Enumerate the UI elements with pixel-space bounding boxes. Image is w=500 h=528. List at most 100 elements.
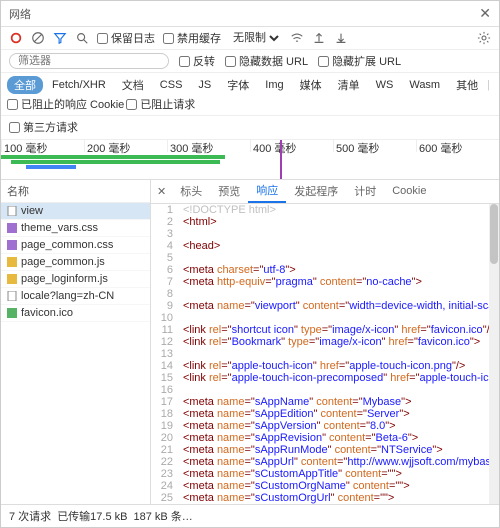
disable-cache-checkbox[interactable]: 禁用缓存 — [163, 30, 221, 46]
line-number: 21 — [151, 444, 179, 456]
line-number: 1 — [151, 204, 179, 216]
request-row[interactable]: page_common.js — [1, 254, 150, 271]
hide-ext-urls-checkbox[interactable]: 隐藏扩展 URL — [318, 53, 401, 69]
type-filter-清单[interactable]: 清单 — [331, 76, 367, 94]
timeline-cursor[interactable] — [280, 140, 282, 179]
request-row[interactable]: page_common.css — [1, 237, 150, 254]
code-line: 20<meta name="sAppRevision" content="Bet… — [151, 432, 499, 444]
response-source[interactable]: 1<!DOCTYPE html>2<html>3 4<head>5 6<meta… — [151, 204, 499, 505]
gear-icon[interactable] — [477, 31, 491, 45]
line-source: <link rel="Bookmark" type="image/x-icon"… — [179, 336, 480, 348]
type-filter-字体[interactable]: 字体 — [220, 76, 256, 94]
scrollbar-thumb[interactable] — [490, 204, 498, 264]
request-row[interactable]: locale?lang=zh-CN — [1, 288, 150, 305]
line-source — [179, 252, 186, 264]
close-icon[interactable]: ✕ — [479, 5, 491, 22]
line-source: <meta name="sCustomAppTitle" content=""> — [179, 468, 402, 480]
tab-1[interactable]: 预览 — [210, 180, 248, 203]
request-list-panel: 名称 viewtheme_vars.csspage_common.csspage… — [1, 180, 151, 505]
blocked-requests-checkbox[interactable]: 已阻止请求 — [126, 96, 195, 112]
line-number: 3 — [151, 228, 179, 240]
line-number: 17 — [151, 396, 179, 408]
vertical-scrollbar[interactable] — [489, 204, 499, 505]
type-filter-js[interactable]: JS — [191, 78, 218, 92]
type-filter-媒体[interactable]: 媒体 — [293, 76, 329, 94]
timeline-tick: 200 毫秒 — [84, 140, 167, 152]
close-detail-icon[interactable]: ✕ — [151, 185, 172, 198]
line-number: 19 — [151, 420, 179, 432]
line-source: <html> — [179, 216, 217, 228]
tab-5[interactable]: Cookie — [384, 180, 434, 203]
type-filter-全部[interactable]: 全部 — [7, 76, 43, 94]
type-filter-img[interactable]: Img — [258, 78, 290, 92]
line-number: 16 — [151, 384, 179, 396]
line-source: <meta name="sCustomOrgUrl" content=""> — [179, 492, 394, 504]
request-row[interactable]: theme_vars.css — [1, 220, 150, 237]
code-line: 19<meta name="sAppVersion" content="8.0"… — [151, 420, 499, 432]
line-number: 9 — [151, 300, 179, 312]
preserve-log-checkbox[interactable]: 保留日志 — [97, 30, 155, 46]
line-number: 22 — [151, 456, 179, 468]
disable-cache-label: 禁用缓存 — [177, 30, 221, 46]
code-line: 5 — [151, 252, 499, 264]
status-resources: 187 kB 条… — [134, 508, 193, 524]
upload-icon[interactable] — [312, 31, 326, 45]
request-row[interactable]: page_loginform.js — [1, 271, 150, 288]
timeline-tick: 300 毫秒 — [167, 140, 250, 152]
line-source: <meta name="sAppUrl" content="http://www… — [179, 456, 499, 468]
code-line: 25<meta name="sCustomOrgUrl" content=""> — [151, 492, 499, 504]
status-bar: 7 次请求 已传输17.5 kB 187 kB 条… — [1, 504, 499, 527]
line-number: 7 — [151, 276, 179, 288]
record-icon[interactable] — [9, 31, 23, 45]
tab-4[interactable]: 计时 — [346, 180, 384, 203]
type-filter-css[interactable]: CSS — [153, 78, 190, 92]
line-source: <meta name="sAppEdition" content="Server… — [179, 408, 410, 420]
throttling-select[interactable]: 无限制 — [229, 31, 282, 45]
wifi-icon[interactable] — [290, 31, 304, 45]
type-filter-wasm[interactable]: Wasm — [402, 78, 447, 92]
code-line: 23<meta name="sCustomAppTitle" content="… — [151, 468, 499, 480]
invert-checkbox[interactable]: 反转 — [179, 53, 215, 69]
tab-2[interactable]: 响应 — [248, 180, 286, 203]
timeline-overview[interactable]: 100 毫秒200 毫秒300 毫秒400 毫秒500 毫秒600 毫秒 — [1, 140, 499, 180]
search-icon[interactable] — [75, 31, 89, 45]
code-line: 11<link rel="shortcut icon" type="image/… — [151, 324, 499, 336]
file-type-icon — [7, 206, 17, 216]
request-name: page_loginform.js — [21, 273, 108, 285]
filter-input[interactable] — [9, 53, 169, 69]
request-name: favicon.ico — [21, 307, 73, 319]
tab-0[interactable]: 标头 — [172, 180, 210, 203]
blocked-cookies-checkbox[interactable]: 已阻止的响应 Cookie — [7, 96, 124, 112]
type-filter-文档[interactable]: 文档 — [115, 76, 151, 94]
code-line: 4<head> — [151, 240, 499, 252]
code-line: 22<meta name="sAppUrl" content="http://w… — [151, 456, 499, 468]
tab-3[interactable]: 发起程序 — [286, 180, 346, 203]
code-line: 21<meta name="sAppRunMode" content="NTSe… — [151, 444, 499, 456]
request-name: page_common.js — [21, 256, 105, 268]
preserve-log-label: 保留日志 — [111, 30, 155, 46]
line-source: <meta name="viewport" content="width=dev… — [179, 300, 499, 312]
line-source: <link rel="shortcut icon" type="image/x-… — [179, 324, 496, 336]
line-number: 26 — [151, 504, 179, 505]
line-source: <meta name="sErrTag" content=""> — [179, 504, 356, 505]
file-type-icon — [7, 308, 17, 318]
invert-label: 反转 — [193, 53, 215, 69]
timeline-tick: 500 毫秒 — [333, 140, 416, 152]
type-filter-ws[interactable]: WS — [369, 78, 401, 92]
third-party-checkbox[interactable]: 第三方请求 — [9, 119, 78, 135]
clear-icon[interactable] — [31, 31, 45, 45]
request-row[interactable]: view — [1, 203, 150, 220]
download-icon[interactable] — [334, 31, 348, 45]
toolbar-filter: 反转 隐藏数据 URL 隐藏扩展 URL — [1, 50, 499, 73]
name-column-header[interactable]: 名称 — [1, 180, 150, 203]
line-number: 15 — [151, 372, 179, 384]
type-filter-其他[interactable]: 其他 — [449, 76, 485, 94]
request-list: viewtheme_vars.csspage_common.css page_co… — [1, 203, 150, 505]
hide-data-urls-checkbox[interactable]: 隐藏数据 URL — [225, 53, 308, 69]
type-filter-fetch/xhr[interactable]: Fetch/XHR — [45, 78, 113, 92]
file-type-icon — [7, 240, 17, 250]
request-row[interactable]: favicon.ico — [1, 305, 150, 322]
status-requests: 7 次请求 — [9, 508, 51, 524]
filter-icon[interactable] — [53, 31, 67, 45]
panel-title: 网络 — [9, 6, 479, 22]
